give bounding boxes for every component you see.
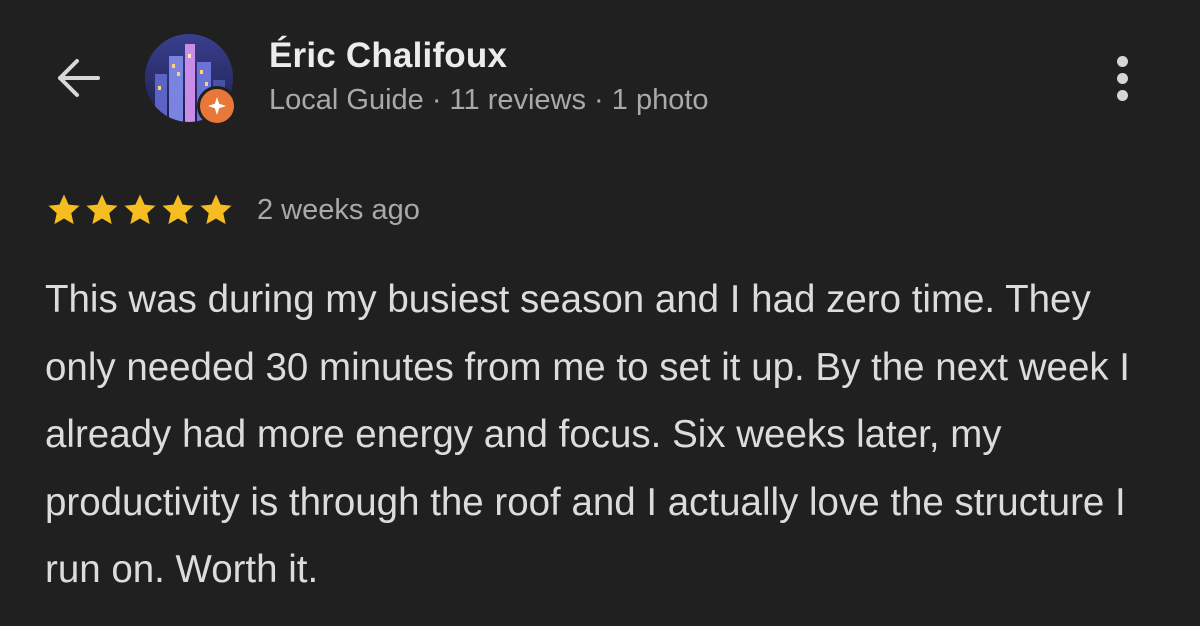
back-button[interactable] [50, 54, 106, 102]
local-guide-badge-icon [197, 86, 237, 126]
star-icon [200, 194, 232, 225]
star-icon [86, 194, 118, 225]
reviewer-meta: Local Guide · 11 reviews · 1 photo [269, 84, 709, 116]
review-date: 2 weeks ago [257, 193, 420, 226]
star-rating [45, 191, 235, 229]
more-vertical-icon-dot [1116, 89, 1128, 101]
star-icon [124, 194, 156, 225]
rating-row: 2 weeks ago [45, 190, 420, 230]
more-vertical-icon [1116, 55, 1128, 67]
arrow-left-icon [58, 59, 100, 97]
more-vertical-icon-dot [1116, 72, 1128, 84]
review-text: This was during my busiest season and I … [45, 278, 1130, 591]
review-header: Éric Chalifoux Local Guide · 11 reviews … [0, 0, 1200, 160]
star-icon [162, 194, 194, 225]
more-options-button[interactable] [1100, 50, 1144, 106]
reviewer-name[interactable]: Éric Chalifoux [269, 36, 507, 76]
star-icon [48, 194, 80, 225]
reviewer-avatar[interactable] [145, 34, 237, 126]
